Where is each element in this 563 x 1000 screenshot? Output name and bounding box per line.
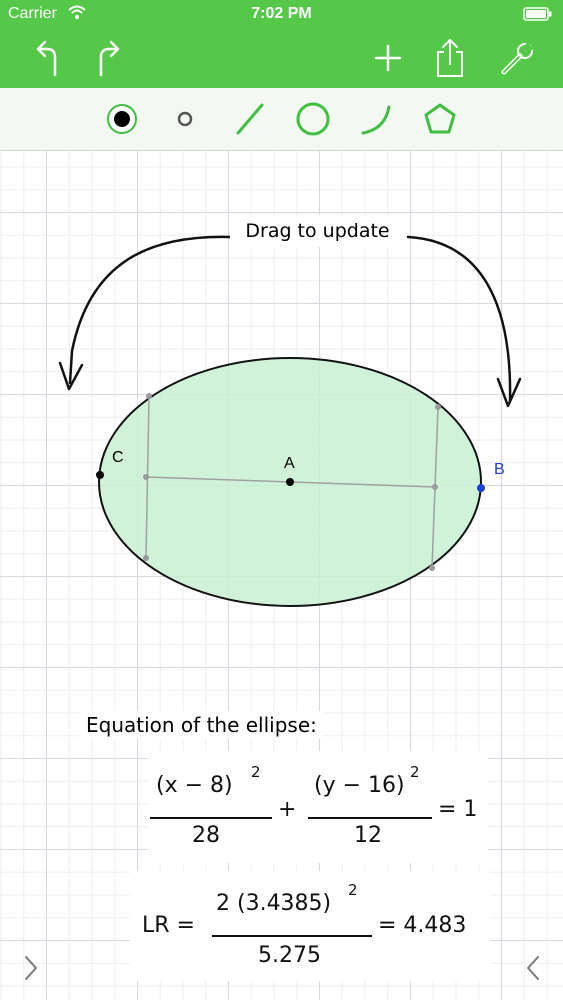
redo-icon bbox=[99, 40, 120, 77]
ellipse-equation: (x − 8) 2 28 + (y − 16) 2 12 = 1 bbox=[148, 751, 488, 863]
lr-lhs: LR = bbox=[142, 913, 195, 938]
status-time: 7:02 PM bbox=[251, 5, 312, 22]
left-curved-arrow bbox=[68, 235, 232, 385]
expand-left-panel-button[interactable] bbox=[16, 948, 46, 988]
term1-denominator: 28 bbox=[192, 823, 220, 848]
status-bar: Carrier 7:02 PM bbox=[0, 0, 563, 30]
circle-tool-button[interactable] bbox=[291, 97, 335, 141]
arc-icon bbox=[361, 105, 391, 135]
arc-tool-button[interactable] bbox=[355, 97, 399, 141]
expand-right-panel-button[interactable] bbox=[518, 948, 548, 988]
equals-one: = 1 bbox=[438, 797, 478, 822]
point-c bbox=[96, 471, 104, 479]
undo-button[interactable] bbox=[28, 36, 72, 80]
latus-point bbox=[432, 484, 438, 490]
lr-fraction-line bbox=[212, 935, 372, 937]
undo-icon bbox=[36, 40, 57, 77]
latus-point bbox=[143, 555, 149, 561]
small-point-icon bbox=[177, 111, 193, 127]
term1-exponent: 2 bbox=[251, 763, 261, 781]
chevron-left-icon bbox=[527, 956, 539, 980]
wrench-icon bbox=[501, 42, 534, 75]
point-a-label: A bbox=[284, 455, 295, 472]
point-c-label: C bbox=[112, 449, 124, 466]
point-tool-button[interactable] bbox=[100, 97, 144, 141]
chevron-right-icon bbox=[25, 956, 37, 980]
plus-sign: + bbox=[278, 797, 297, 822]
drag-hint-label: Drag to update bbox=[230, 215, 405, 247]
term2-fraction-line bbox=[308, 817, 432, 819]
lr-exponent: 2 bbox=[348, 881, 358, 899]
term2-exponent: 2 bbox=[410, 763, 420, 781]
latus-point bbox=[143, 474, 149, 480]
point-b bbox=[477, 484, 485, 492]
share-button[interactable] bbox=[428, 36, 472, 80]
add-icon bbox=[374, 44, 402, 72]
point-tool-selected-icon bbox=[107, 104, 137, 134]
lr-denominator: 5.275 bbox=[258, 943, 321, 968]
right-curved-arrow bbox=[406, 235, 512, 403]
settings-wrench-button[interactable] bbox=[496, 36, 540, 80]
term1-fraction-line bbox=[150, 817, 272, 819]
term2-numerator: (y − 16) bbox=[314, 773, 405, 798]
share-icon bbox=[437, 39, 463, 77]
latus-point bbox=[429, 565, 435, 571]
battery-icon bbox=[523, 7, 553, 26]
line-icon bbox=[236, 103, 264, 135]
small-point-tool-button[interactable] bbox=[163, 97, 207, 141]
geometry-canvas[interactable]: Drag to update A B C Equation of the ell… bbox=[0, 151, 563, 1000]
line-tool-button[interactable] bbox=[228, 97, 272, 141]
polygon-icon bbox=[424, 103, 456, 134]
term2-denominator: 12 bbox=[354, 823, 382, 848]
term1-numerator: (x − 8) bbox=[156, 773, 233, 798]
nav-bar bbox=[0, 30, 563, 88]
add-button[interactable] bbox=[366, 36, 410, 80]
lr-result: = 4.483 bbox=[378, 913, 467, 938]
latus-rectum-equation: LR = 2 (3.4385) 2 5.275 = 4.483 bbox=[130, 871, 490, 981]
drawing-toolbar bbox=[0, 88, 563, 151]
point-a bbox=[286, 478, 294, 486]
equation-title: Equation of the ellipse: bbox=[80, 711, 323, 739]
redo-button[interactable] bbox=[84, 36, 128, 80]
latus-point bbox=[146, 393, 152, 399]
latus-point bbox=[435, 404, 441, 410]
circle-icon bbox=[296, 102, 330, 136]
lr-numerator: 2 (3.4385) bbox=[216, 891, 332, 916]
point-b-label: B bbox=[494, 461, 505, 478]
polygon-tool-button[interactable] bbox=[418, 97, 462, 141]
